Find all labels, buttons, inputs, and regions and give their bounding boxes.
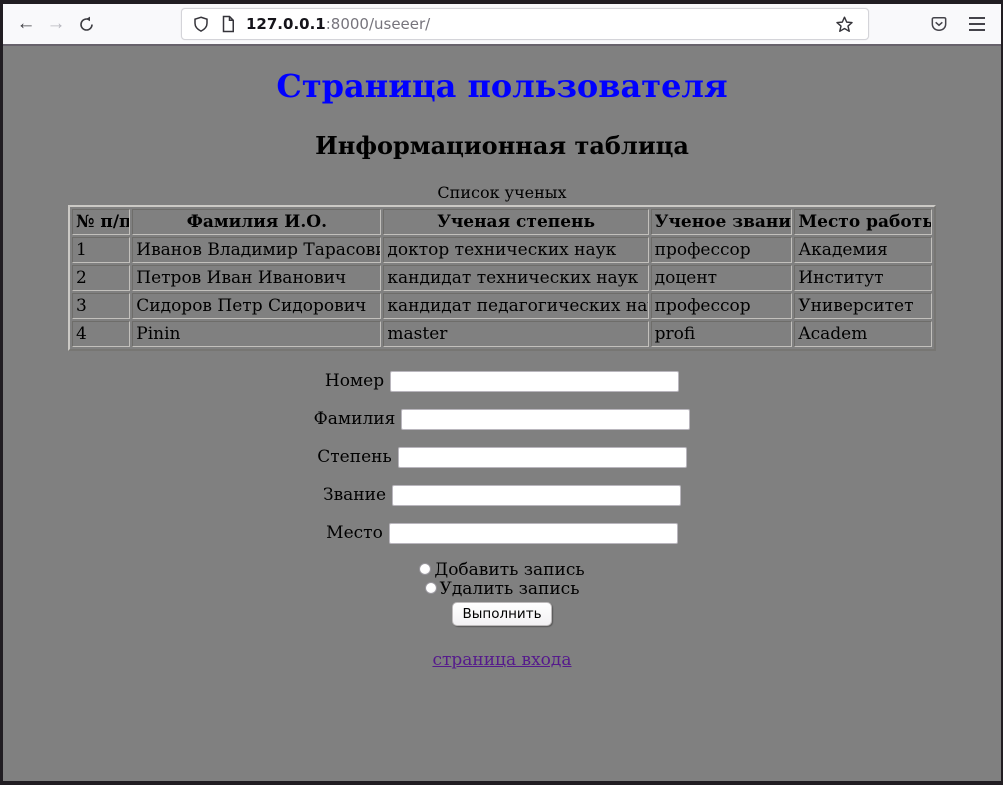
page-subtitle: Информационная таблица [3,131,1001,160]
cell-workplace: Институт [794,265,932,291]
number-input[interactable] [390,371,679,392]
col-header-degree: Ученая степень [383,209,648,235]
cell-degree: кандидат педагогических наук [383,293,648,319]
col-header-number: № п/п [72,209,130,235]
back-button[interactable]: ← [11,9,41,39]
forward-button[interactable]: → [41,9,71,39]
table-row: 3 Сидоров Петр Сидорович кандидат педаго… [72,293,932,319]
browser-window: ← → 127.0.0.1:8000/useeer/ [0,0,1003,785]
form-row-surname: Фамилия [3,409,1001,430]
menu-button[interactable] [963,10,991,38]
delete-record-radio[interactable] [425,582,437,594]
url-bar[interactable]: 127.0.0.1:8000/useeer/ [181,8,869,40]
shield-icon [192,15,210,33]
reload-button[interactable] [71,9,101,39]
cell-number: 1 [72,237,130,263]
surname-label: Фамилия [314,409,396,429]
cell-number: 2 [72,265,130,291]
cell-number: 4 [72,321,130,347]
col-header-name: Фамилия И.О. [132,209,381,235]
scientists-table: № п/п Фамилия И.О. Ученая степень Ученое… [68,205,936,351]
record-form: Номер Фамилия Степень Звание Место Добав… [3,371,1001,626]
table-row: 1 Иванов Владимир Тарасович доктор техни… [72,237,932,263]
page-info-icon [220,15,236,33]
reload-icon [78,16,95,33]
degree-label: Степень [317,447,391,467]
rank-label: Звание [323,485,386,505]
col-header-workplace: Место работы [794,209,932,235]
radio-row-add: Добавить запись [3,561,1001,580]
workplace-input[interactable] [389,523,678,544]
table-row: 4 Pinin master profi Academ [72,321,932,347]
scientists-table-wrap: Список ученых № п/п Фамилия И.О. Ученая … [3,183,1001,351]
cell-rank: profi [651,321,793,347]
url-text: 127.0.0.1:8000/useeer/ [246,15,830,33]
menu-icon [969,17,985,19]
cell-rank: доцент [651,265,793,291]
pocket-icon [929,14,949,34]
cell-rank: профессор [651,293,793,319]
cell-name: Иванов Владимир Тарасович [132,237,381,263]
url-host: 127.0.0.1 [246,15,326,33]
cell-name: Петров Иван Иванович [132,265,381,291]
page-content: Страница пользователя Информационная таб… [3,46,1001,781]
col-header-rank: Ученое звание [651,209,793,235]
rank-input[interactable] [392,485,681,506]
cell-workplace: Университет [794,293,932,319]
cell-degree: доктор технических наук [383,237,648,263]
cell-degree: кандидат технических наук [383,265,648,291]
url-path: :8000/useeer/ [326,15,431,33]
form-row-rank: Звание [3,485,1001,506]
login-page-link[interactable]: страница входа [432,650,571,670]
table-row: 2 Петров Иван Иванович кандидат техничес… [72,265,932,291]
add-record-label: Добавить запись [434,560,584,580]
workplace-label: Место [326,523,383,543]
login-link-wrap: страница входа [3,650,1001,670]
surname-input[interactable] [401,409,690,430]
radio-row-delete: Удалить запись [3,580,1001,599]
form-row-number: Номер [3,371,1001,392]
pocket-button[interactable] [925,10,953,38]
degree-input[interactable] [398,447,687,468]
form-row-degree: Степень [3,447,1001,468]
bookmark-star-button[interactable] [830,10,858,38]
cell-number: 3 [72,293,130,319]
browser-toolbar: ← → 127.0.0.1:8000/useeer/ [3,4,1001,46]
table-header-row: № п/п Фамилия И.О. Ученая степень Ученое… [72,209,932,235]
page-title: Страница пользователя [3,67,1001,105]
cell-rank: профессор [651,237,793,263]
cell-name: Pinin [132,321,381,347]
delete-record-label: Удалить запись [440,579,580,599]
star-icon [835,15,854,34]
execute-button[interactable]: Выполнить [452,602,551,626]
number-label: Номер [325,371,384,391]
table-caption: Список ученых [3,183,1001,202]
form-row-workplace: Место [3,523,1001,544]
cell-workplace: Academ [794,321,932,347]
cell-name: Сидоров Петр Сидорович [132,293,381,319]
cell-degree: master [383,321,648,347]
cell-workplace: Академия [794,237,932,263]
add-record-radio[interactable] [419,563,431,575]
